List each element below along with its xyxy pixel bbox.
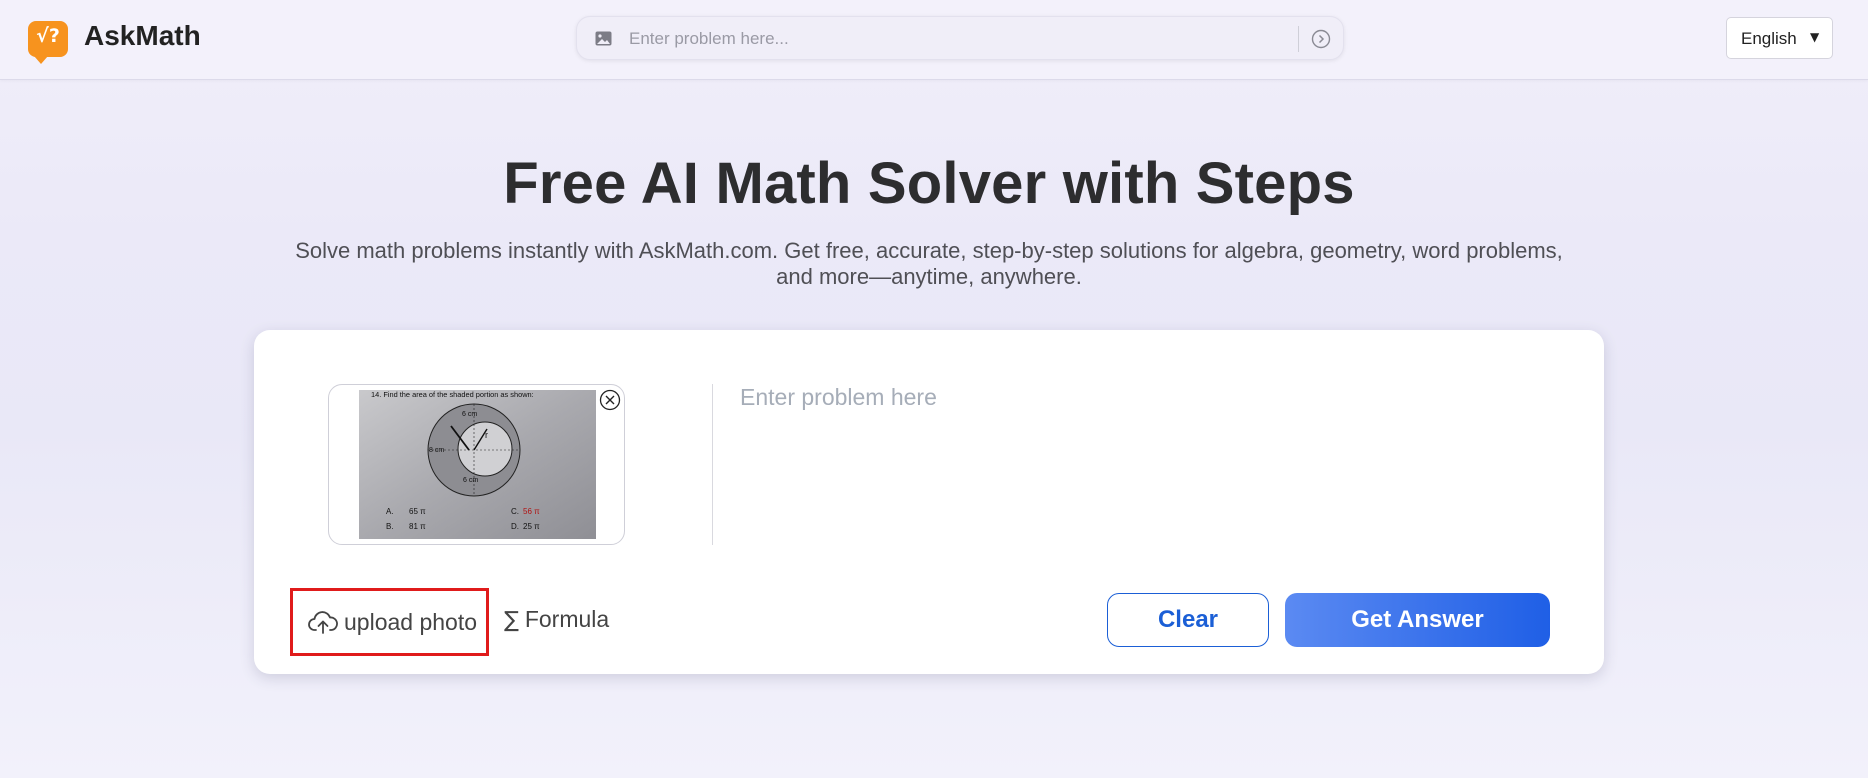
clear-button[interactable]: Clear [1107, 593, 1269, 647]
choice-a-value: 65 π [409, 507, 426, 516]
choice-c-letter: C. [511, 507, 519, 516]
subtitle-line-1: Solve math problems instantly with AskMa… [295, 238, 1563, 263]
upload-photo-button[interactable]: upload photo [290, 588, 489, 656]
caret-down-icon: ▼ [1810, 30, 1820, 44]
formula-label: Formula [524, 606, 610, 632]
input-divider [712, 384, 713, 545]
close-circle-icon[interactable] [599, 389, 621, 411]
header-search-input[interactable] [629, 27, 1269, 51]
page-subtitle: Solve math problems instantly with AskMa… [260, 238, 1598, 290]
uploaded-image-preview[interactable]: 14. Find the area of the shaded portion … [328, 384, 625, 545]
photo-label-r: r [485, 430, 488, 440]
photo-label-top: 6 cm [462, 411, 477, 418]
choice-d-value: 25 π [523, 522, 540, 531]
photo-label-bottom: 6 cm [463, 477, 478, 484]
logo-glyph: √? [36, 25, 60, 47]
problem-photo-drawing: 14. Find the area of the shaded portion … [359, 390, 596, 539]
solver-card: 14. Find the area of the shaded portion … [254, 330, 1604, 674]
photo-label-left: 8 cm [429, 447, 444, 454]
get-answer-button[interactable]: Get Answer [1285, 593, 1550, 647]
language-label: English [1741, 29, 1797, 48]
page-title: Free AI Math Solver with Steps [503, 151, 1355, 216]
arrow-right-circle-icon[interactable] [1311, 29, 1331, 49]
choice-b-value: 81 π [409, 522, 426, 531]
problem-input[interactable] [740, 384, 1560, 544]
upload-photo-label: upload photo [344, 609, 478, 635]
subtitle-line-2: and more—anytime, anywhere. [776, 264, 1082, 289]
choice-d-letter: D. [511, 522, 519, 531]
top-header: √? AskMath English ▼ [0, 0, 1868, 80]
choice-b-letter: B. [386, 522, 394, 531]
language-select[interactable]: English ▼ [1726, 17, 1833, 59]
header-search-bar [576, 16, 1344, 60]
choice-a-letter: A. [386, 507, 394, 516]
search-divider [1298, 26, 1299, 52]
problem-photo: 14. Find the area of the shaded portion … [359, 390, 596, 539]
formula-button[interactable]: ∑ Formula [504, 606, 609, 636]
brand-name[interactable]: AskMath [84, 20, 201, 52]
cloud-upload-icon [308, 611, 338, 634]
choice-c-value: 56 π [523, 507, 540, 516]
sigma-icon: ∑ [504, 608, 519, 633]
image-icon[interactable] [595, 31, 612, 46]
photo-heading: 14. Find the area of the shaded portion … [371, 390, 534, 399]
askmath-logo-icon[interactable]: √? [28, 21, 68, 64]
